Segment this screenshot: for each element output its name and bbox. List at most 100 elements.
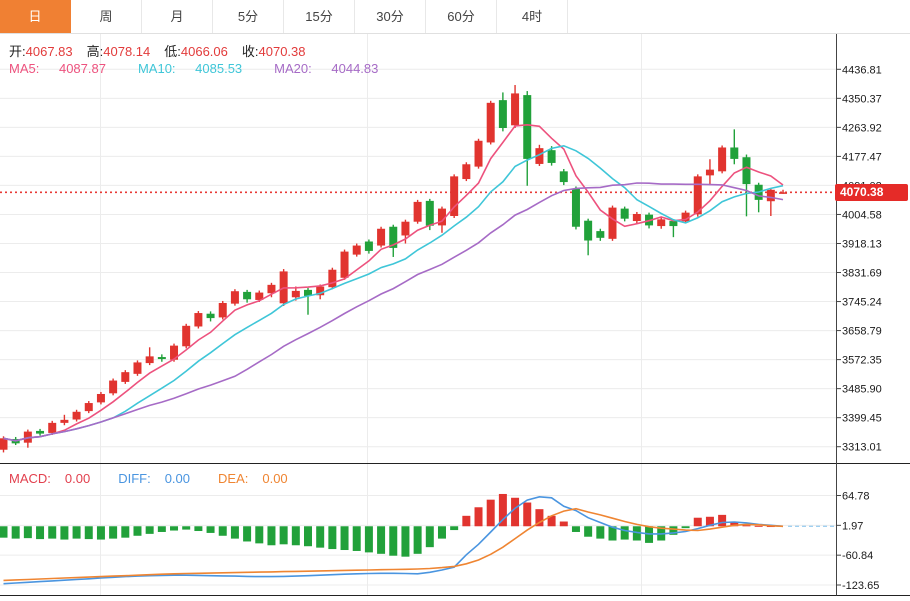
candle-body — [609, 208, 617, 239]
macd-hist-bar — [523, 503, 531, 527]
candle-body — [219, 303, 227, 317]
close-label: 收: — [242, 44, 259, 59]
macd-hist-bar — [596, 526, 604, 538]
macd-hist-bar — [316, 526, 324, 547]
timeframe-tabbar: 日周月5分15分30分60分4时 — [0, 0, 910, 34]
candle-body — [377, 229, 385, 246]
macd-hist-bar — [182, 526, 190, 529]
macd-hist-bar — [0, 526, 8, 537]
axis-label: 1.97 — [842, 520, 863, 532]
ma10-value: 4085.53 — [195, 61, 242, 76]
candle-body — [718, 147, 726, 171]
candle-body — [341, 252, 349, 278]
candle-body — [36, 431, 44, 434]
macd-hist-bar — [694, 518, 702, 527]
high-value: 4078.14 — [103, 44, 150, 59]
macd-hist-bar — [621, 526, 629, 539]
candle-body — [133, 362, 141, 373]
macd-hist-bar — [365, 526, 373, 552]
candle-body — [742, 157, 750, 184]
ma5-line — [4, 125, 784, 441]
macd-hist-bar — [389, 526, 397, 555]
candle-body — [73, 412, 81, 420]
candle-body — [633, 214, 641, 221]
macd-hist-bar — [121, 526, 129, 537]
candle-body — [60, 420, 68, 423]
macd-hist-bar — [377, 526, 385, 554]
macd-hist-bar — [682, 526, 690, 528]
candle-body — [109, 381, 117, 394]
candle-body — [548, 150, 556, 163]
macd-hist-bar — [109, 526, 117, 538]
ma20-value: 4044.83 — [331, 61, 378, 76]
macd-hist-bar — [584, 526, 592, 536]
ma20-label: MA20: — [274, 61, 312, 76]
macd-hist-bar — [462, 516, 470, 526]
macd-hist-bar — [243, 526, 251, 541]
axis-label: 4436.81 — [842, 64, 882, 76]
candle-body — [353, 246, 361, 255]
candle-body — [182, 326, 190, 346]
candle-body — [207, 314, 215, 318]
macd-hist-bar — [511, 498, 519, 526]
macd-hist-bar — [742, 525, 750, 526]
tab-15min[interactable]: 15分 — [284, 0, 355, 33]
candle-body — [0, 438, 8, 449]
macd-hist-bar — [194, 526, 202, 531]
chart-app: 4436.814350.374263.924177.474091.024004.… — [0, 0, 910, 601]
axis-label: 4177.47 — [842, 151, 882, 163]
macd-hist-bar — [170, 526, 178, 530]
low-label: 低: — [164, 44, 181, 59]
candle-body — [97, 394, 105, 402]
tab-5min[interactable]: 5分 — [213, 0, 284, 33]
candle-body — [231, 291, 239, 303]
macd-hist-bar — [718, 515, 726, 526]
candle-body — [572, 189, 580, 227]
macd-label: MACD: — [9, 471, 51, 486]
diff-value: 0.00 — [165, 471, 190, 486]
axis-label: 3572.35 — [842, 355, 882, 367]
axis-label: 4004.58 — [842, 209, 882, 221]
macd-hist-bar — [353, 526, 361, 551]
macd-hist-bar — [12, 526, 20, 538]
macd-hist-bar — [97, 526, 105, 539]
candle-body — [158, 357, 166, 359]
candle-body — [657, 219, 665, 226]
candle-body — [730, 147, 738, 158]
axis-label: 4350.37 — [842, 93, 882, 105]
candle-body — [779, 192, 787, 194]
tab-week[interactable]: 周 — [71, 0, 142, 33]
high-label: 高: — [87, 44, 104, 59]
axis-label: 3313.01 — [842, 442, 882, 454]
macd-readout: MACD:0.00DIFF:0.00DEA:0.00 — [9, 471, 316, 486]
candle-body — [243, 292, 251, 299]
macd-hist-bar — [85, 526, 93, 539]
tab-4hour[interactable]: 4时 — [497, 0, 568, 33]
candle-body — [414, 202, 422, 222]
candlestick-chart-canvas[interactable]: 4436.814350.374263.924177.474091.024004.… — [0, 0, 910, 601]
candle-body — [85, 403, 93, 411]
macd-hist-bar — [475, 507, 483, 526]
candle-body — [499, 100, 507, 128]
dea-value: 0.00 — [262, 471, 287, 486]
macd-hist-bar — [133, 526, 141, 535]
macd-hist-bar — [304, 526, 312, 546]
candle-body — [401, 222, 409, 236]
tab-30min[interactable]: 30分 — [355, 0, 426, 33]
macd-hist-bar — [73, 526, 81, 538]
macd-hist-bar — [414, 526, 422, 554]
tab-day[interactable]: 日 — [0, 0, 71, 33]
tab-60min[interactable]: 60分 — [426, 0, 497, 33]
tab-month[interactable]: 月 — [142, 0, 213, 33]
ohlc-readout: 开:4067.83高:4078.14低:4066.06收:4070.38 — [9, 41, 320, 60]
axis-label: 3485.90 — [842, 384, 882, 396]
macd-hist-bar — [207, 526, 215, 533]
candle-body — [596, 231, 604, 238]
axis-label: -60.84 — [842, 550, 873, 562]
candle-body — [475, 141, 483, 167]
candle-body — [621, 209, 629, 219]
candle-body — [487, 103, 495, 143]
macd-hist-bar — [572, 526, 580, 532]
ma10-label: MA10: — [138, 61, 176, 76]
axis-label: 4263.92 — [842, 122, 882, 134]
